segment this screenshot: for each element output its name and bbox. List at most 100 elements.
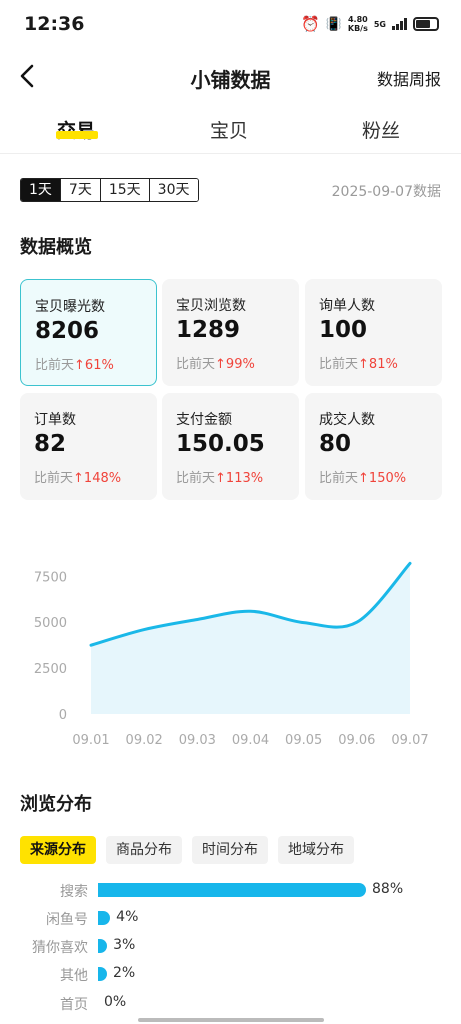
home-indicator[interactable]	[138, 1018, 324, 1022]
status-icons: ⏰ 📳 4.80 KB/s 5G	[301, 14, 439, 34]
active-tab-indicator	[56, 131, 98, 139]
source-label: 闲鱼号	[46, 912, 88, 928]
alarm-icon: ⏰	[301, 15, 320, 33]
chart-area-fill	[91, 563, 410, 714]
battery-icon	[413, 17, 439, 31]
metric-value: 100	[319, 317, 368, 343]
compare-prefix: 比前天	[35, 358, 75, 373]
source-label: 首页	[60, 997, 88, 1013]
status-bar: 12:36 ⏰ 📳 4.80 KB/s 5G	[0, 0, 461, 48]
source-label: 猜你喜欢	[32, 940, 88, 956]
delta-value: 81%	[368, 357, 398, 372]
tab-source-distribution[interactable]: 来源分布	[20, 836, 96, 864]
y-tick-label: 2500	[34, 662, 67, 677]
metric-label: 支付金额	[176, 412, 232, 428]
range-15-days[interactable]: 15天	[99, 179, 149, 201]
metric-delta: 比前天↑81%	[319, 353, 398, 372]
metric-card-payment[interactable]: 支付金额 150.05 比前天↑113%	[162, 393, 299, 500]
tab-time-distribution[interactable]: 时间分布	[192, 836, 268, 864]
metric-value: 80	[319, 431, 352, 457]
metric-label: 询单人数	[319, 298, 375, 314]
range-30-days[interactable]: 30天	[148, 179, 198, 201]
up-arrow-icon: ↑	[74, 358, 85, 373]
metric-delta: 比前天↑61%	[35, 354, 114, 373]
x-tick-label: 09.06	[338, 733, 375, 748]
y-tick-label: 7500	[34, 570, 67, 585]
metric-delta: 比前天↑150%	[319, 467, 406, 486]
source-row-other: 其他 2%	[0, 964, 461, 984]
delta-value: 148%	[83, 471, 122, 486]
weekly-report-link[interactable]: 数据周报	[377, 66, 441, 90]
compare-prefix: 比前天	[176, 357, 216, 372]
tab-product-distribution[interactable]: 商品分布	[106, 836, 182, 864]
network-type: 5G	[374, 20, 386, 29]
range-7-days[interactable]: 7天	[59, 179, 100, 201]
metric-delta: 比前天↑99%	[176, 353, 255, 372]
source-label: 其他	[60, 968, 88, 984]
network-speed: 4.80 KB/s	[348, 15, 368, 33]
tab-fans[interactable]: 粉丝	[362, 116, 400, 143]
x-tick-label: 09.01	[72, 733, 109, 748]
up-arrow-icon: ↑	[358, 357, 369, 372]
speed-unit: KB/s	[347, 24, 368, 33]
metric-value: 1289	[176, 317, 241, 343]
metric-card-exposure[interactable]: 宝贝曝光数 8206 比前天↑61%	[20, 279, 157, 386]
delta-value: 150%	[368, 471, 407, 486]
metric-card-inquiries[interactable]: 询单人数 100 比前天↑81%	[305, 279, 442, 386]
metric-label: 宝贝浏览数	[176, 298, 246, 314]
x-tick-label: 09.03	[179, 733, 216, 748]
vibrate-icon: 📳	[325, 16, 342, 32]
metric-card-orders[interactable]: 订单数 82 比前天↑148%	[20, 393, 157, 500]
source-bar	[98, 967, 107, 981]
source-label: 搜索	[60, 884, 88, 900]
compare-prefix: 比前天	[319, 357, 359, 372]
metric-value: 82	[34, 431, 67, 457]
y-tick-label: 5000	[34, 616, 67, 631]
delta-value: 61%	[84, 358, 114, 373]
source-percent: 3%	[113, 937, 136, 953]
tab-items[interactable]: 宝贝	[210, 116, 248, 143]
date-range-selector: 1天 7天 15天 30天	[20, 178, 199, 202]
data-date: 2025-09-07数据	[331, 184, 441, 200]
range-1-day[interactable]: 1天	[21, 179, 60, 201]
source-row-search: 搜索 88%	[0, 880, 461, 900]
source-bar	[98, 883, 366, 897]
up-arrow-icon: ↑	[215, 357, 226, 372]
source-percent: 0%	[104, 994, 127, 1010]
network-label: 5G	[373, 19, 386, 29]
compare-prefix: 比前天	[34, 471, 74, 486]
source-row-xianyu: 闲鱼号 4%	[0, 908, 461, 928]
metric-delta: 比前天↑113%	[176, 467, 263, 486]
x-tick-label: 09.07	[391, 733, 428, 748]
metric-label: 宝贝曝光数	[35, 299, 105, 315]
x-tick-label: 09.05	[285, 733, 322, 748]
status-time: 12:36	[24, 13, 85, 35]
delta-value: 113%	[225, 471, 264, 486]
source-percent: 4%	[116, 909, 139, 925]
up-arrow-icon: ↑	[215, 471, 226, 486]
tab-region-distribution[interactable]: 地域分布	[278, 836, 354, 864]
up-arrow-icon: ↑	[73, 471, 84, 486]
compare-prefix: 比前天	[176, 471, 216, 486]
y-tick-label: 0	[59, 708, 67, 723]
metric-label: 订单数	[34, 412, 76, 428]
source-percent: 88%	[372, 881, 404, 897]
metric-card-views[interactable]: 宝贝浏览数 1289 比前天↑99%	[162, 279, 299, 386]
metric-value: 150.05	[176, 431, 265, 457]
metric-delta: 比前天↑148%	[34, 467, 121, 486]
source-row-recommend: 猜你喜欢 3%	[0, 936, 461, 956]
x-tick-label: 09.02	[126, 733, 163, 748]
compare-prefix: 比前天	[319, 471, 359, 486]
delta-value: 99%	[225, 357, 255, 372]
metric-label: 成交人数	[319, 412, 375, 428]
up-arrow-icon: ↑	[358, 471, 369, 486]
metric-card-buyers[interactable]: 成交人数 80 比前天↑150%	[305, 393, 442, 500]
source-row-home: 首页 0%	[0, 993, 461, 1013]
speed-value: 4.80	[347, 15, 368, 24]
trend-chart: 0 2500 5000 7500 09.01 09.02 09.03 09.04 09.05 09…	[34, 561, 429, 748]
x-tick-label: 09.04	[232, 733, 269, 748]
overview-title: 数据概览	[20, 237, 92, 258]
source-bar	[98, 939, 108, 953]
source-percent: 2%	[113, 965, 136, 981]
nav-header: 小铺数据 数据周报	[0, 48, 461, 104]
